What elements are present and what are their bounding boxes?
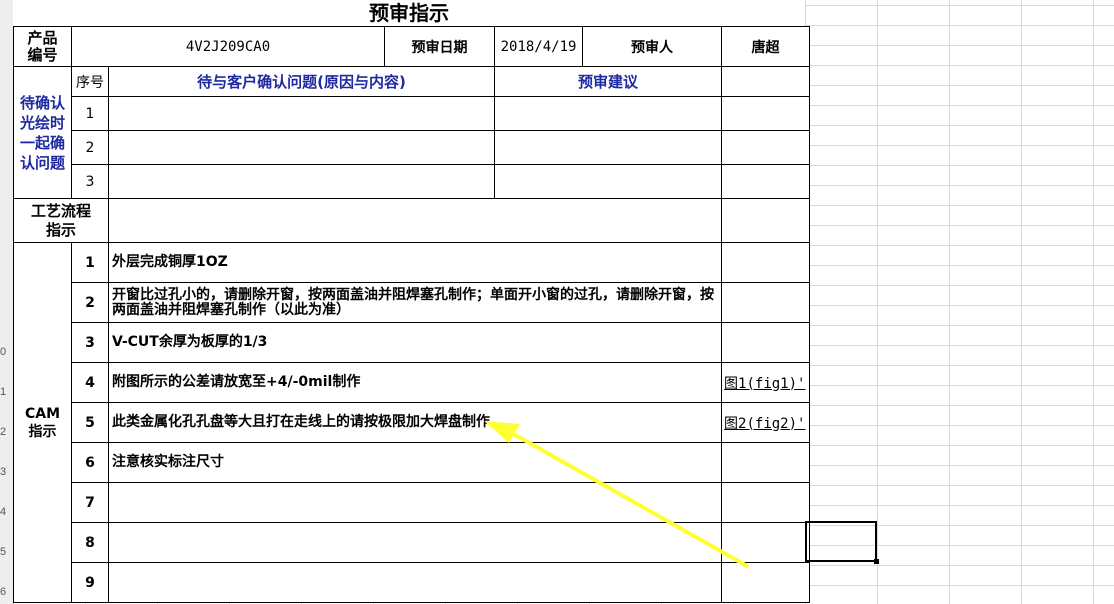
suggestion-cell[interactable] (494, 164, 723, 199)
reviewer-label: 预审人 (582, 26, 723, 67)
cam-row-no: 1 (71, 242, 109, 283)
cam-row-no: 8 (71, 522, 109, 563)
confirm-section-label: 待确认 光绘时 一起确 认问题 (13, 66, 72, 199)
attachment-cell[interactable] (721, 442, 811, 483)
suggestion-cell[interactable] (494, 130, 723, 165)
attachment-cell[interactable] (721, 66, 811, 97)
cam-instruction[interactable]: 外层完成铜厚1OZ (107, 242, 723, 283)
suggestion-cell[interactable] (494, 96, 723, 131)
cam-section-label: CAM 指示 (13, 242, 72, 603)
attachment-cell[interactable] (721, 322, 811, 363)
seq-header: 序号 (71, 66, 109, 97)
attachment-link-fig1[interactable]: 图1(fig1)' (721, 362, 811, 403)
cam-instruction[interactable]: V-CUT余厚为板厚的1/3 (107, 322, 723, 363)
row-header-number[interactable]: 2 (0, 426, 13, 438)
issue-cell[interactable] (107, 164, 496, 199)
review-date-value[interactable]: 2018/4/19 (494, 26, 584, 67)
issue-cell[interactable] (107, 130, 496, 165)
confirm-row-no: 1 (71, 96, 109, 131)
cam-instruction[interactable] (107, 482, 723, 523)
row-header-strip[interactable]: 0 1 2 3 4 5 6 (0, 0, 14, 604)
attachment-cell[interactable] (721, 198, 811, 243)
row-header-number[interactable]: 4 (0, 506, 13, 518)
cam-row-no: 5 (71, 402, 109, 443)
cam-row-no: 9 (71, 562, 109, 603)
form-title: 预审指示 (13, 0, 805, 26)
issue-header: 待与客户确认问题(原因与内容) (107, 66, 496, 97)
cam-row-no: 6 (71, 442, 109, 483)
row-header-number[interactable]: 3 (0, 466, 13, 478)
attachment-cell[interactable] (721, 130, 811, 165)
cam-instruction[interactable] (107, 562, 723, 603)
confirm-row-no: 3 (71, 164, 109, 199)
selected-cell[interactable] (805, 521, 879, 564)
row-header-number[interactable]: 5 (0, 546, 13, 558)
process-label: 工艺流程 指示 (13, 198, 109, 243)
attachment-cell[interactable] (721, 522, 811, 563)
attachment-cell[interactable] (721, 96, 811, 131)
reviewer-value[interactable]: 唐超 (721, 26, 811, 67)
row-header-number[interactable]: 6 (0, 586, 13, 598)
attachment-link-fig2[interactable]: 图2(fig2)' (721, 402, 811, 443)
review-form-table: 产品 编号 4V2J209CA0 预审日期 2018/4/19 预审人 唐超 待… (13, 26, 811, 603)
cam-row-no: 4 (71, 362, 109, 403)
review-date-label: 预审日期 (384, 26, 496, 67)
cam-row-no: 2 (71, 282, 109, 323)
confirm-row-no: 2 (71, 130, 109, 165)
cam-instruction[interactable]: 附图所示的公差请放宽至+4/-0mil制作 (107, 362, 723, 403)
product-no-label: 产品 编号 (13, 26, 72, 67)
row-header-number[interactable]: 0 (0, 346, 13, 358)
attachment-cell[interactable] (721, 562, 811, 603)
product-no-value[interactable]: 4V2J209CA0 (70, 26, 386, 67)
cam-row-no: 7 (71, 482, 109, 523)
cam-instruction[interactable]: 此类金属化孔孔盘等大且打在走线上的请按极限加大焊盘制作 (107, 402, 723, 443)
attachment-cell[interactable] (721, 482, 811, 523)
process-cell[interactable] (107, 198, 723, 243)
attachment-cell[interactable] (721, 164, 811, 199)
cam-instruction[interactable]: 注意核实标注尺寸 (107, 442, 723, 483)
attachment-cell[interactable] (721, 282, 811, 323)
suggestion-header: 预审建议 (494, 66, 723, 97)
cam-row-no: 3 (71, 322, 109, 363)
issue-cell[interactable] (107, 96, 496, 131)
attachment-cell[interactable] (721, 242, 811, 283)
row-header-number[interactable]: 1 (0, 386, 13, 398)
cam-instruction[interactable]: 开窗比过孔小的，请删除开窗，按两面盖油并阻焊塞孔制作；单面开小窗的过孔，请删除开… (107, 282, 723, 323)
cam-instruction[interactable] (107, 522, 723, 563)
